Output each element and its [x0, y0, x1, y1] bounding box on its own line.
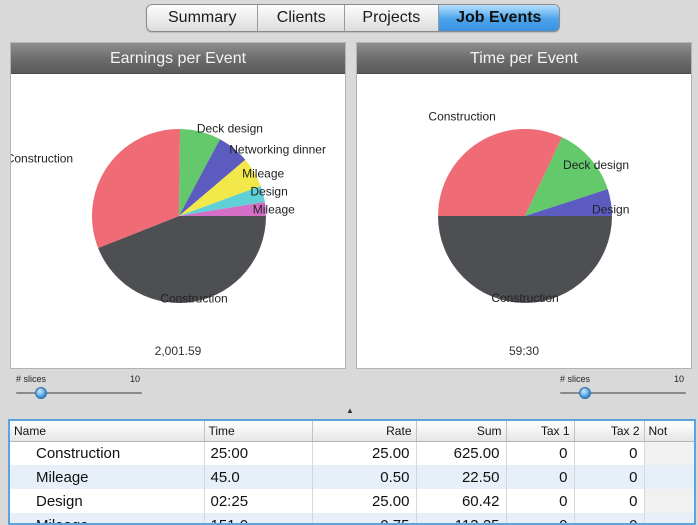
pie-slice-label: Mileage — [242, 167, 284, 181]
cell-time: 25:00 — [204, 441, 313, 465]
cell-name: Mileage — [10, 513, 205, 523]
tab-summary[interactable]: Summary — [147, 5, 259, 31]
pie-slice-label: Design — [592, 202, 629, 216]
cell-tax1: 0 — [506, 513, 575, 523]
time-total: 59:30 — [508, 344, 540, 358]
earnings-slices-slider-knob[interactable] — [35, 387, 48, 399]
cell-tax1: 0 — [506, 441, 575, 465]
column-header-rate[interactable]: Rate — [312, 421, 417, 442]
cell-sum: 22.50 — [416, 465, 507, 489]
earnings-pie-chart: Construction Construction Deck design Netwo… — [11, 121, 326, 306]
pie-slice-label: Networking dinner — [229, 143, 326, 157]
column-header-sum[interactable]: Sum — [416, 421, 507, 442]
earnings-slices-label: # slices — [16, 374, 47, 384]
cell-rate: 25.00 — [312, 489, 417, 513]
cell-sum: 113.25 — [416, 513, 507, 523]
column-header-notes[interactable]: Not — [644, 421, 694, 442]
cell-name: Construction — [10, 441, 205, 465]
tab-projects[interactable]: Projects — [345, 5, 439, 31]
column-header-time[interactable]: Time — [204, 421, 313, 442]
cell-notes — [644, 489, 694, 513]
column-header-tax1[interactable]: Tax 1 — [506, 421, 575, 442]
cell-rate: 0.50 — [312, 465, 417, 489]
cell-tax2: 0 — [574, 513, 645, 523]
cell-name: Design — [10, 489, 205, 513]
time-slices-max: 10 — [674, 374, 685, 384]
pie-slice-label: Deck design — [197, 121, 263, 135]
cell-rate: 25.00 — [312, 441, 417, 465]
tab-clients[interactable]: Clients — [258, 5, 346, 31]
cell-name: Mileage — [10, 465, 205, 489]
cell-tax1: 0 — [506, 489, 575, 513]
pie-slice-label: Mileage — [253, 202, 295, 216]
cell-tax1: 0 — [506, 465, 575, 489]
pie-slice-label: Construction — [491, 291, 558, 305]
cell-rate: 0.75 — [312, 513, 417, 523]
cell-tax2: 0 — [574, 489, 645, 513]
view-tab-bar: Summary Clients Projects Job Events — [146, 4, 560, 32]
cell-time: 02:25 — [204, 489, 313, 513]
time-chart-panel: Time per Event Construction Construction D… — [356, 42, 692, 369]
pie-slice-label: Construction — [160, 292, 227, 306]
pie-slice-label: Construction — [11, 152, 73, 166]
pie-slice-label: Construction — [428, 109, 495, 123]
cell-tax2: 0 — [574, 441, 645, 465]
earnings-chart-panel: Earnings per Event Construction Construct… — [10, 42, 346, 369]
earnings-chart-title: Earnings per Event — [11, 43, 345, 74]
cell-tax2: 0 — [574, 465, 645, 489]
earnings-total: 2,001.59 — [154, 344, 202, 358]
cell-time: 45.0 — [204, 465, 313, 489]
time-pie-chart: Construction Construction Deck design Desig… — [428, 109, 629, 305]
earnings-slices-max: 10 — [130, 374, 141, 384]
cell-notes — [644, 513, 694, 523]
pie-slice[interactable] — [438, 216, 612, 303]
pie-slice-label: Design — [250, 185, 287, 199]
cell-sum: 625.00 — [416, 441, 507, 465]
table-row[interactable]: Mileage 151.0 0.75 113.25 0 0 — [10, 513, 694, 523]
table-row[interactable]: Construction 25:00 25.00 625.00 0 0 — [10, 441, 694, 465]
time-slices-label: # slices — [560, 374, 591, 384]
column-header-name[interactable]: Name — [10, 421, 205, 442]
job-events-table: Name Time Rate Sum Tax 1 Tax 2 Not Const… — [8, 419, 696, 525]
table-row[interactable]: Mileage 45.0 0.50 22.50 0 0 — [10, 465, 694, 489]
cell-sum: 60.42 — [416, 489, 507, 513]
time-slices-slider-knob[interactable] — [579, 387, 592, 399]
table-row[interactable]: Design 02:25 25.00 60.42 0 0 — [10, 489, 694, 513]
cell-notes — [644, 441, 694, 465]
cell-notes — [644, 465, 694, 489]
cell-time: 151.0 — [204, 513, 313, 523]
time-chart-title: Time per Event — [357, 43, 691, 74]
pie-slice-label: Deck design — [563, 158, 629, 172]
tab-job-events[interactable]: Job Events — [438, 5, 559, 31]
column-header-tax2[interactable]: Tax 2 — [574, 421, 645, 442]
split-view-handle-icon[interactable]: ▲ — [346, 406, 354, 415]
